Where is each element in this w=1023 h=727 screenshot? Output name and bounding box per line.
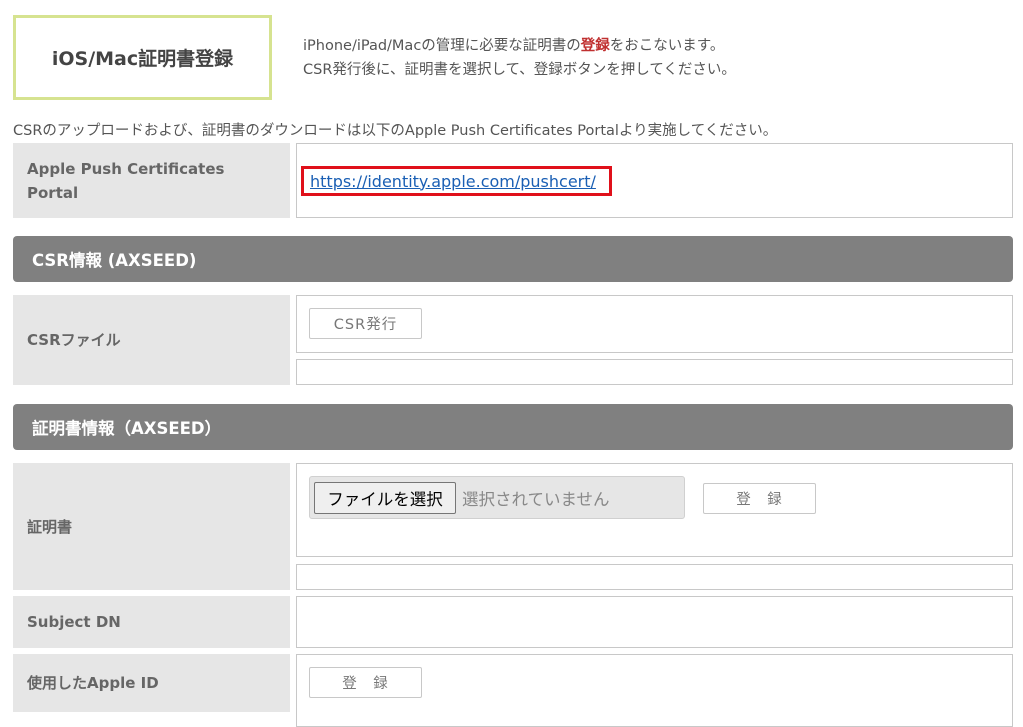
portal-label-line-1: Apple Push Certificates (27, 159, 225, 178)
cert-file-input[interactable]: ファイルを選択 選択されていません (309, 476, 685, 519)
page-description: iPhone/iPad/Macの管理に必要な証明書の登録をおこないます。 CSR… (303, 34, 736, 82)
apple-id-label: 使用したApple ID (13, 654, 290, 712)
cert-section-title: 証明書情報（AXSEED） (32, 419, 222, 438)
portal-label-line-2: Portal (27, 183, 79, 202)
description-highlight: 登録 (580, 38, 610, 54)
portal-link[interactable]: https://identity.apple.com/pushcert/ (310, 172, 596, 191)
subject-dn-label: Subject DN (13, 596, 290, 648)
apple-id-register-button[interactable]: 登 録 (309, 667, 422, 698)
csr-file-output (296, 359, 1013, 385)
portal-label: Apple Push Certificates Portal (13, 143, 290, 218)
description-line-1: iPhone/iPad/Macの管理に必要な証明書の登録をおこないます。 (303, 34, 736, 58)
apple-id-row: 使用したApple ID (13, 654, 1013, 727)
csr-section-title: CSR情報 (AXSEED) (32, 251, 197, 270)
subject-dn-value (296, 596, 1013, 648)
file-status-text: 選択されていません (462, 489, 610, 509)
description-text: iPhone/iPad/Macの管理に必要な証明書の (303, 38, 581, 54)
csr-section-header: CSR情報 (AXSEED) (13, 236, 1013, 282)
description-line-2: CSR発行後に、証明書を選択して、登録ボタンを押してください。 (303, 62, 736, 78)
cert-section-header: 証明書情報（AXSEED） (13, 404, 1013, 450)
choose-file-button[interactable]: ファイルを選択 (314, 481, 456, 514)
subject-dn-row: Subject DN (13, 596, 1013, 648)
portal-note: CSRのアップロードおよび、証明書のダウンロードは以下のApple Push C… (13, 123, 778, 139)
csr-file-row: CSRファイル (13, 295, 1013, 385)
cert-output (296, 564, 1013, 590)
csr-issue-button[interactable]: CSR発行 (309, 308, 422, 339)
portal-link-highlight: https://identity.apple.com/pushcert/ (301, 166, 612, 196)
cert-label: 証明書 (13, 463, 290, 590)
page-title: iOS/Mac証明書登録 (13, 15, 272, 100)
description-text: をおこないます。 (609, 38, 725, 54)
page-title-text: iOS/Mac証明書登録 (51, 48, 234, 70)
cert-register-button[interactable]: 登 録 (703, 483, 816, 514)
csr-file-label: CSRファイル (13, 295, 290, 385)
